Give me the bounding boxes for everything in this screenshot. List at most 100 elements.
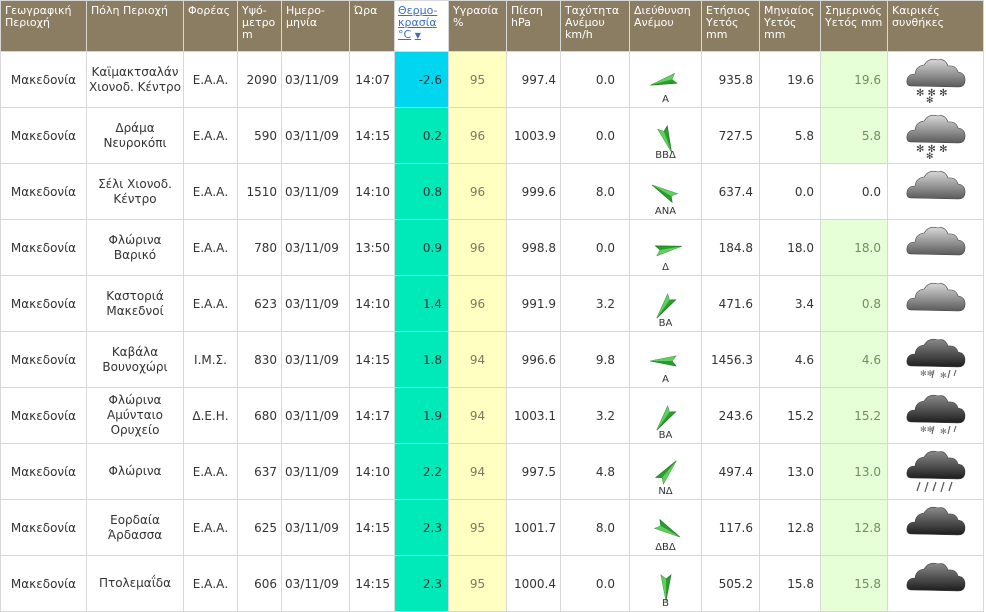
svg-text:✻: ✻ bbox=[940, 427, 947, 436]
cell-time: 14:10 bbox=[349, 163, 395, 220]
cell-region: Μακεδονία bbox=[0, 387, 87, 444]
cell-wind-direction: ΑΝΑ bbox=[629, 163, 702, 220]
wind-direction-arrow-icon bbox=[631, 391, 701, 430]
cell-region: Μακεδονία bbox=[0, 443, 87, 500]
wind-direction-label: ΒΑ bbox=[658, 317, 673, 329]
svg-text:✻: ✻ bbox=[940, 371, 947, 380]
cell-pressure: 1003.1 bbox=[506, 387, 561, 444]
wind-direction-arrow-icon bbox=[631, 447, 701, 485]
cell-operator: Ε.Α.Α. bbox=[183, 163, 238, 220]
header-altitude[interactable]: Υψό- μετρο m bbox=[237, 0, 282, 52]
cell-city[interactable]: Φλώρινα bbox=[86, 443, 184, 500]
cell-conditions bbox=[887, 555, 984, 612]
cell-today-rain: 0.8 bbox=[820, 275, 888, 332]
header-yearly-rain[interactable]: Ετήσιος Υετός mm bbox=[701, 0, 760, 52]
cell-time: 14:07 bbox=[349, 51, 395, 108]
cell-yearly-rain: 935.8 bbox=[701, 51, 760, 108]
cell-wind-direction: ΒΑ bbox=[629, 275, 702, 332]
cell-pressure: 999.6 bbox=[506, 163, 561, 220]
cell-monthly-rain: 13.0 bbox=[759, 443, 821, 500]
header-conditions[interactable]: Καιρικές συνθήκες bbox=[887, 0, 984, 52]
cell-time: 14:10 bbox=[349, 275, 395, 332]
cell-date: 03/11/09 bbox=[281, 443, 350, 500]
cell-altitude: 625 bbox=[237, 499, 282, 556]
cell-city[interactable]: Φλώρινα Αμύνταιο Ορυχείο bbox=[86, 387, 184, 444]
cell-monthly-rain: 0.0 bbox=[759, 163, 821, 220]
cell-wind-speed: 0.0 bbox=[560, 555, 630, 612]
cell-conditions bbox=[887, 275, 984, 332]
header-temperature[interactable]: Θερμο- κρασία °C ▼ bbox=[394, 0, 449, 52]
wind-direction-label: ΑΝΑ bbox=[654, 205, 677, 217]
wind-direction-arrow-icon bbox=[631, 223, 701, 261]
cell-monthly-rain: 5.8 bbox=[759, 107, 821, 164]
cell-wind-direction: Α bbox=[629, 331, 702, 388]
wind-direction-arrow-icon bbox=[631, 503, 701, 541]
cell-pressure: 997.5 bbox=[506, 443, 561, 500]
cell-date: 03/11/09 bbox=[281, 555, 350, 612]
cell-city[interactable]: Πτολεμαΐδα bbox=[86, 555, 184, 612]
cell-monthly-rain: 19.6 bbox=[759, 51, 821, 108]
cell-region: Μακεδονία bbox=[0, 275, 87, 332]
header-time[interactable]: Ώρα bbox=[349, 0, 395, 52]
cell-region: Μακεδονία bbox=[0, 555, 87, 612]
cell-conditions: ✻✻ ✻ bbox=[887, 331, 984, 388]
cell-yearly-rain: 117.6 bbox=[701, 499, 760, 556]
cell-city[interactable]: Καϊμακτσαλάν Χιονοδ. Κέντρο bbox=[86, 51, 184, 108]
cell-humidity: 96 bbox=[448, 163, 507, 220]
wind-direction-arrow-icon bbox=[631, 111, 701, 152]
wind-direction-label: ΒΒΔ bbox=[655, 149, 676, 161]
cell-time: 14:15 bbox=[349, 499, 395, 556]
snow-cloud-icon: ✻ ✻ ✻ ✻ bbox=[904, 109, 968, 163]
header-operator[interactable]: Φορέας bbox=[183, 0, 238, 52]
cell-monthly-rain: 3.4 bbox=[759, 275, 821, 332]
cell-monthly-rain: 4.6 bbox=[759, 331, 821, 388]
cell-altitude: 623 bbox=[237, 275, 282, 332]
cell-time: 14:15 bbox=[349, 331, 395, 388]
cell-operator: Ε.Α.Α. bbox=[183, 499, 238, 556]
cell-city[interactable]: Δράμα Νευροκόπι bbox=[86, 107, 184, 164]
cell-city[interactable]: Καστοριά Μακεδνοί bbox=[86, 275, 184, 332]
cell-operator: Ε.Α.Α. bbox=[183, 275, 238, 332]
cell-city[interactable]: Σέλι Χιονοδ. Κέντρο bbox=[86, 163, 184, 220]
cell-city[interactable]: Καβάλα Βουνοχώρι bbox=[86, 331, 184, 388]
header-date[interactable]: Ημερο- μηνία bbox=[281, 0, 350, 52]
weather-stations-table: Γεωγραφική Περιοχή Πόλη Περιοχή Φορέας Υ… bbox=[0, 0, 984, 612]
table-row: Μακεδονία Φλώρινα Αμύνταιο Ορυχείο Δ.Ε.Η. 6… bbox=[0, 387, 984, 444]
cell-date: 03/11/09 bbox=[281, 107, 350, 164]
header-monthly-rain[interactable]: Μηνιαίος Υετός mm bbox=[759, 0, 821, 52]
header-city[interactable]: Πόλη Περιοχή bbox=[86, 0, 184, 52]
cell-altitude: 606 bbox=[237, 555, 282, 612]
cell-wind-speed: 8.0 bbox=[560, 499, 630, 556]
cell-temperature: 0.2 bbox=[394, 107, 449, 164]
cell-today-rain: 18.0 bbox=[820, 219, 888, 276]
cell-pressure: 1001.7 bbox=[506, 499, 561, 556]
cell-yearly-rain: 184.8 bbox=[701, 219, 760, 276]
cell-altitude: 680 bbox=[237, 387, 282, 444]
cell-wind-speed: 0.0 bbox=[560, 107, 630, 164]
cell-conditions: ✻ ✻ ✻ ✻ bbox=[887, 51, 984, 108]
header-humidity[interactable]: Υγρασία % bbox=[448, 0, 507, 52]
cell-altitude: 780 bbox=[237, 219, 282, 276]
header-wind-speed[interactable]: Ταχύτητα Ανέμου km/h bbox=[560, 0, 630, 52]
cell-operator: Ε.Α.Α. bbox=[183, 51, 238, 108]
cell-today-rain: 4.6 bbox=[820, 331, 888, 388]
cell-operator: Δ.Ε.Η. bbox=[183, 387, 238, 444]
cell-humidity: 96 bbox=[448, 275, 507, 332]
cell-humidity: 95 bbox=[448, 499, 507, 556]
cell-wind-speed: 8.0 bbox=[560, 163, 630, 220]
cloud-icon bbox=[904, 221, 968, 275]
cell-date: 03/11/09 bbox=[281, 387, 350, 444]
cell-city[interactable]: Φλώρινα Βαρικό bbox=[86, 219, 184, 276]
header-wind-direction[interactable]: Διεύθυνση Ανέμου bbox=[629, 0, 702, 52]
cell-conditions bbox=[887, 499, 984, 556]
svg-text:✻: ✻ bbox=[926, 152, 934, 160]
cell-time: 14:17 bbox=[349, 387, 395, 444]
sleet-cloud-icon: ✻✻ ✻ bbox=[904, 333, 968, 387]
cell-wind-speed: 0.0 bbox=[560, 51, 630, 108]
cell-altitude: 2090 bbox=[237, 51, 282, 108]
header-pressure[interactable]: Πίεση hPa bbox=[506, 0, 561, 52]
cell-city[interactable]: Εορδαία Άρδασσα bbox=[86, 499, 184, 556]
header-region[interactable]: Γεωγραφική Περιοχή bbox=[0, 0, 87, 52]
sort-desc-icon[interactable]: ▼ bbox=[415, 31, 421, 40]
header-today-rain[interactable]: Σημερινός Υετός mm bbox=[820, 0, 888, 52]
